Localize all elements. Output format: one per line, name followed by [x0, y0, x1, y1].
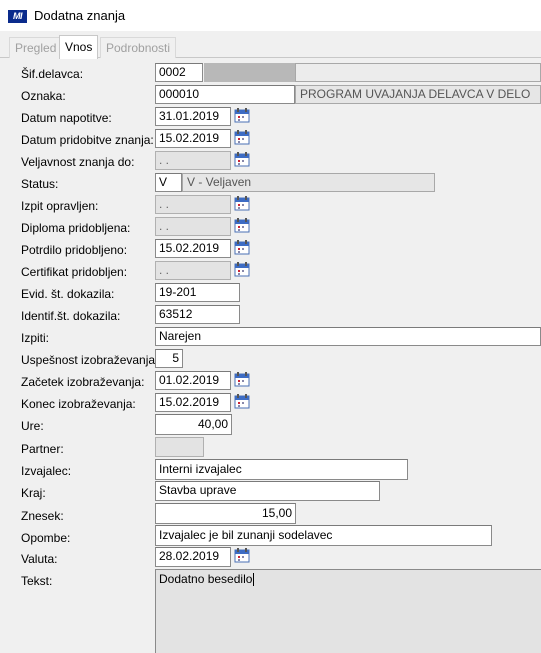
calendar-icon[interactable]	[234, 394, 250, 409]
valuta-field[interactable]: 28.02.2019	[155, 547, 231, 567]
label-valuta: Valuta:	[21, 552, 58, 566]
label-kraj: Kraj:	[21, 486, 46, 500]
kraj-field[interactable]: Stavba uprave	[155, 481, 380, 501]
label-tekst: Tekst:	[21, 574, 53, 588]
zacetek-field[interactable]: 01.02.2019	[155, 371, 231, 390]
calendar-icon[interactable]	[234, 372, 250, 387]
tab-podrobnosti[interactable]: Podrobnosti	[100, 37, 177, 58]
label-potrdilo: Potrdilo pridobljeno:	[21, 243, 128, 257]
identif-dokazila-field[interactable]: 63512	[155, 305, 240, 324]
label-certifikat: Certifikat pridobljen:	[21, 265, 128, 279]
tekst-content: Dodatno besedilo	[159, 572, 253, 586]
status-field[interactable]: V	[155, 173, 182, 192]
ure-field[interactable]: 40,00	[155, 414, 232, 435]
label-diploma: Diploma pridobljena:	[21, 221, 131, 235]
label-zacetek: Začetek izobraževanja:	[21, 375, 145, 389]
diploma-field[interactable]: . .	[155, 217, 231, 236]
window-title: Dodatna znanja	[34, 8, 126, 23]
label-ure: Ure:	[21, 419, 44, 433]
izpiti-field[interactable]: Narejen	[155, 327, 541, 346]
label-partner: Partner:	[21, 442, 64, 456]
label-opombe: Opombe:	[21, 531, 71, 545]
tab-pregled[interactable]: Pregled	[9, 37, 63, 58]
calendar-icon[interactable]	[234, 240, 250, 255]
employee-name-field-masked	[204, 63, 296, 82]
oznaka-field[interactable]: 000010	[155, 85, 295, 104]
izvajalec-field[interactable]: Interni izvajalec	[155, 459, 408, 480]
label-datum-napotitve: Datum napotitve:	[21, 111, 112, 125]
konec-field[interactable]: 15.02.2019	[155, 393, 231, 412]
datum-pridobitve-field[interactable]: 15.02.2019	[155, 129, 231, 148]
tab-vnos[interactable]: Vnos	[59, 35, 99, 59]
partner-field[interactable]	[155, 437, 204, 457]
sif-delavca-field[interactable]: 0002	[155, 63, 203, 82]
opombe-field[interactable]: Izvajalec je bil zunanji sodelavec	[155, 525, 492, 546]
label-sif-delavca: Šif.delavca:	[21, 67, 84, 81]
label-status: Status:	[21, 177, 59, 191]
label-uspesnost: Uspešnost izobraževanja:	[21, 353, 159, 367]
calendar-icon[interactable]	[234, 548, 250, 563]
label-izvajalec: Izvajalec:	[21, 464, 72, 478]
label-znesek: Znesek:	[21, 509, 64, 523]
znesek-field[interactable]: 15,00	[155, 503, 296, 524]
uspesnost-field[interactable]: 5	[155, 349, 183, 368]
tekst-textarea[interactable]: Dodatno besedilo	[155, 569, 541, 653]
text-cursor	[253, 573, 255, 587]
calendar-icon[interactable]	[234, 262, 250, 277]
calendar-icon[interactable]	[234, 108, 250, 123]
label-veljavnost: Veljavnost znanja do:	[21, 155, 135, 169]
label-izpiti: Izpiti:	[21, 331, 50, 345]
calendar-icon[interactable]	[234, 152, 250, 167]
calendar-icon[interactable]	[234, 218, 250, 233]
label-oznaka: Oznaka:	[21, 89, 66, 103]
label-identif-dokazila: Identif.št. dokazila:	[21, 309, 121, 323]
label-izpit: Izpit opravljen:	[21, 199, 99, 213]
employee-name-field	[295, 63, 541, 82]
app-logo-icon: MI	[8, 10, 27, 23]
calendar-icon[interactable]	[234, 196, 250, 211]
label-datum-pridobitve: Datum pridobitve znanja:	[21, 133, 154, 147]
veljavnost-field[interactable]: . .	[155, 151, 231, 170]
status-description: V - Veljaven	[182, 173, 435, 192]
evid-dokazila-field[interactable]: 19-201	[155, 283, 240, 302]
certifikat-field[interactable]: . .	[155, 261, 231, 280]
title-bar: MI Dodatna znanja	[0, 0, 541, 32]
oznaka-description: PROGRAM UVAJANJA DELAVCA V DELO	[295, 85, 541, 104]
calendar-icon[interactable]	[234, 130, 250, 145]
izpit-field[interactable]: . .	[155, 195, 231, 214]
potrdilo-field[interactable]: 15.02.2019	[155, 239, 231, 258]
label-evid-dokazila: Evid. št. dokazila:	[21, 287, 115, 301]
datum-napotitve-field[interactable]: 31.01.2019	[155, 107, 231, 126]
label-konec: Konec izobraževanja:	[21, 397, 136, 411]
